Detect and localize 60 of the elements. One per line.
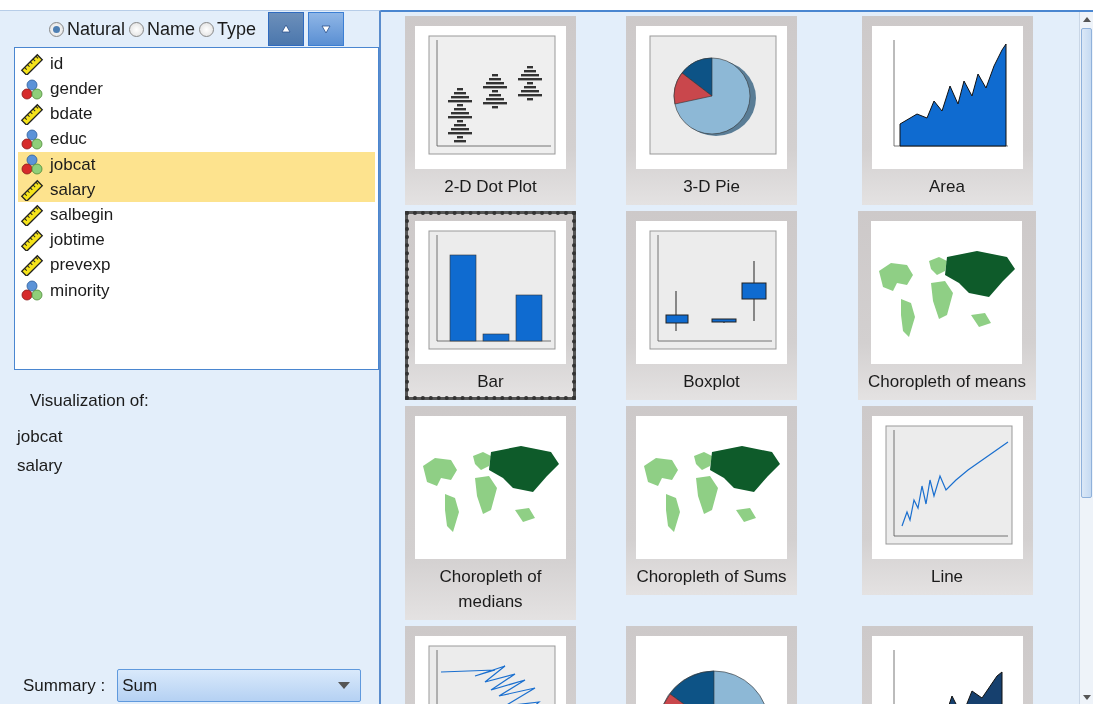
chart-type-tile[interactable]: Choropleth of means bbox=[858, 211, 1036, 400]
three-circles-icon bbox=[20, 128, 44, 151]
chart-type-label: Choropleth of Sums bbox=[636, 566, 787, 588]
three-circles-icon bbox=[20, 153, 44, 176]
vertical-scrollbar[interactable] bbox=[1079, 12, 1093, 704]
chart-type-label: 2-D Dot Plot bbox=[444, 176, 537, 198]
down-triangle-icon bbox=[320, 23, 333, 35]
variable-item[interactable]: educ bbox=[18, 126, 375, 152]
visualization-variable: jobcat bbox=[17, 425, 64, 448]
variable-item[interactable]: jobtime bbox=[18, 227, 375, 253]
sort-radio[interactable]: Type bbox=[199, 15, 257, 43]
variable-name: bdate bbox=[50, 103, 93, 126]
chart-type-tile[interactable]: Boxplot bbox=[626, 211, 797, 400]
down-arrow-icon bbox=[1082, 694, 1091, 700]
sort-descending-button[interactable] bbox=[308, 12, 345, 46]
variable-item[interactable]: id bbox=[18, 51, 375, 77]
summary-label: Summary : bbox=[23, 674, 106, 697]
chart-type-tile[interactable]: 2-D Dot Plot bbox=[405, 16, 576, 205]
variable-item[interactable]: minority bbox=[18, 277, 375, 303]
variable-name: educ bbox=[50, 128, 87, 151]
variable-item[interactable]: bdate bbox=[18, 101, 375, 127]
chart-type-tile[interactable]: 3-D Pie bbox=[626, 16, 797, 205]
summary-dropdown[interactable]: Sum bbox=[117, 669, 362, 702]
sort-ascending-button[interactable] bbox=[268, 12, 305, 46]
visualization-variable: salary bbox=[17, 454, 64, 477]
chart-type-tile[interactable]: Choropleth of medians bbox=[405, 406, 576, 620]
sort-radio[interactable]: Natural bbox=[48, 15, 125, 43]
caret-icon bbox=[338, 682, 351, 689]
variable-name: salbegin bbox=[50, 203, 114, 226]
chart-type-tile[interactable]: Area bbox=[861, 16, 1033, 205]
chart-type-tile[interactable]: Choropleth of Sums bbox=[626, 406, 797, 595]
chart-type-tile[interactable]: Line bbox=[861, 406, 1033, 595]
chart-type-tile[interactable]: Bar bbox=[405, 211, 576, 400]
three-circles-icon bbox=[20, 77, 44, 100]
variable-name: jobcat bbox=[50, 153, 96, 176]
sort-radio[interactable]: Name bbox=[129, 15, 195, 43]
chart-type-label: Choropleth of means bbox=[868, 371, 1026, 393]
chart-type-label: Choropleth of medians bbox=[438, 566, 543, 613]
variable-name: jobtime bbox=[50, 229, 105, 252]
scrollbar-thumb[interactable] bbox=[1081, 28, 1092, 498]
variable-item[interactable]: salbegin bbox=[18, 202, 375, 228]
chart-type-label: 3-D Pie bbox=[683, 176, 740, 198]
variable-item[interactable]: prevexp bbox=[18, 252, 375, 278]
up-triangle-icon bbox=[280, 23, 293, 35]
visualization-label: Visualization of: bbox=[30, 390, 150, 412]
variable-name: minority bbox=[50, 279, 110, 302]
three-circles-icon bbox=[20, 279, 44, 302]
chart-type-label: Bar bbox=[477, 371, 504, 393]
variable-name: gender bbox=[50, 78, 103, 101]
chart-type-label: Area bbox=[929, 176, 965, 198]
variable-name: id bbox=[50, 52, 64, 75]
variable-name: prevexp bbox=[50, 254, 111, 277]
variable-item[interactable]: gender bbox=[18, 76, 375, 102]
variable-item[interactable]: salary bbox=[18, 176, 375, 203]
chart-type-label: Line bbox=[930, 566, 964, 588]
variable-list[interactable]: id gender bdate educ jobcat salary salbegin jobtime prevexp minority bbox=[14, 47, 379, 370]
chart-type-label: Boxplot bbox=[683, 371, 740, 393]
variable-name: salary bbox=[50, 178, 96, 201]
variable-item[interactable]: jobcat bbox=[18, 151, 375, 177]
up-arrow-icon bbox=[1082, 16, 1091, 22]
